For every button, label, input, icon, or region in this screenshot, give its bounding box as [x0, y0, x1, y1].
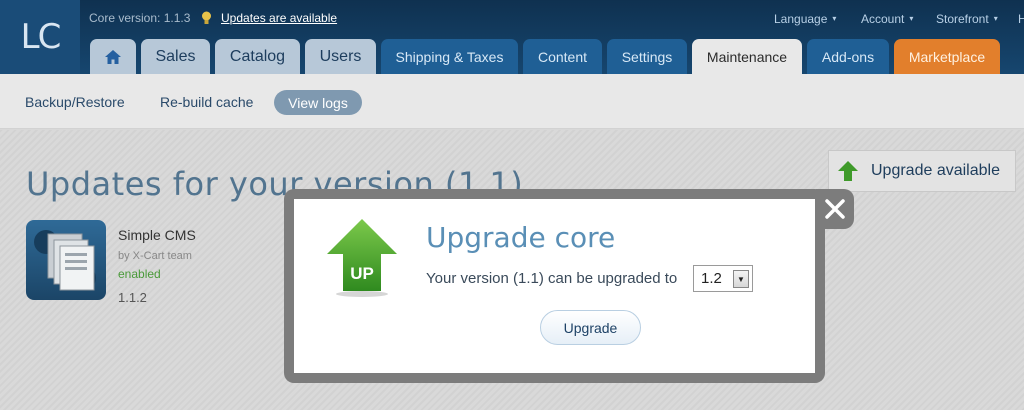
pages-gear-icon — [34, 230, 96, 291]
module-author: by X-Cart team — [118, 250, 192, 262]
tab-add-ons[interactable]: Add-ons — [807, 39, 889, 74]
module-icon[interactable] — [26, 220, 106, 300]
tab-home[interactable] — [90, 39, 136, 74]
upgrade-up-icon: UP — [327, 219, 397, 297]
tab-catalog[interactable]: Catalog — [215, 39, 300, 74]
chevron-down-icon: ▾ — [909, 14, 914, 23]
tab-settings[interactable]: Settings — [607, 39, 687, 74]
help-menu-label: H — [1018, 12, 1024, 26]
top-header: LC Core version: 1.1.3 Updates are avail… — [0, 0, 1024, 74]
lightbulb-icon — [202, 11, 211, 24]
app-logo[interactable]: LC — [0, 0, 80, 74]
chevron-down-icon: ▾ — [832, 14, 837, 23]
version-select[interactable]: 1.2 ▼ — [693, 265, 753, 292]
dropdown-arrow-icon: ▼ — [733, 270, 749, 288]
upgrade-button[interactable]: Upgrade — [540, 310, 641, 345]
updates-available-link[interactable]: Updates are available — [221, 11, 337, 25]
language-menu-label: Language — [774, 12, 828, 26]
close-button[interactable] — [816, 189, 854, 229]
tab-marketplace[interactable]: Marketplace — [894, 39, 1000, 74]
version-select-value: 1.2 — [701, 270, 722, 287]
modal-title: Upgrade core — [426, 221, 616, 254]
storefront-menu-label: Storefront — [936, 12, 989, 26]
help-menu[interactable]: H — [1018, 12, 1024, 26]
chevron-down-icon: ▾ — [993, 14, 998, 23]
language-menu[interactable]: Language ▾ — [774, 12, 836, 26]
core-version-label: Core version: 1.1.3 — [89, 11, 191, 25]
subnav-backup-restore[interactable]: Backup/Restore — [25, 94, 125, 110]
tab-content[interactable]: Content — [523, 39, 602, 74]
tab-maintenance[interactable]: Maintenance — [692, 39, 802, 74]
module-version: 1.1.2 — [118, 290, 147, 305]
upgrade-available-button[interactable]: Upgrade available — [828, 150, 1016, 192]
account-menu-label: Account — [861, 12, 905, 26]
up-icon-text: UP — [350, 264, 374, 283]
subnav-view-logs[interactable]: View logs — [274, 90, 362, 115]
subnav-bar: Backup/Restore Re-build cache View logs — [0, 74, 1024, 129]
arrow-up-icon — [838, 161, 858, 181]
upgrade-available-label: Upgrade available — [871, 162, 1000, 179]
storefront-menu[interactable]: Storefront ▾ — [936, 12, 998, 26]
home-icon — [105, 49, 121, 64]
module-name[interactable]: Simple CMS — [118, 227, 196, 243]
tab-sales[interactable]: Sales — [141, 39, 210, 74]
subnav-rebuild-cache[interactable]: Re-build cache — [160, 94, 253, 110]
module-status: enabled — [118, 267, 161, 281]
tab-users[interactable]: Users — [305, 39, 376, 74]
modal-description: Your version (1.1) can be upgraded to — [426, 270, 678, 287]
close-icon — [825, 199, 845, 219]
tab-shipping-taxes[interactable]: Shipping & Taxes — [381, 39, 518, 74]
account-menu[interactable]: Account ▾ — [861, 12, 913, 26]
